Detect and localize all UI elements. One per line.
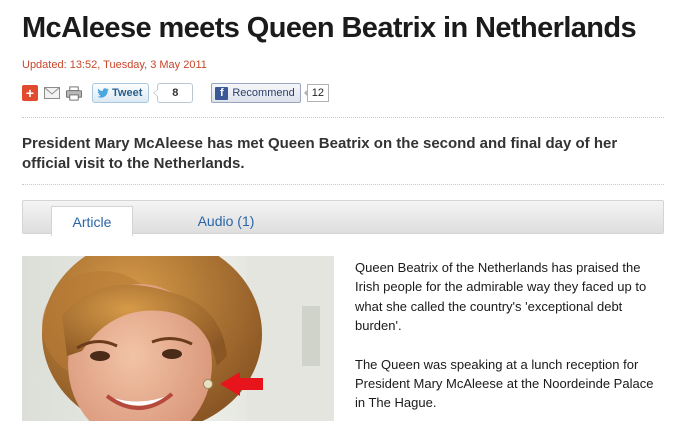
updated-timestamp: Updated: 13:52, Tuesday, 3 May 2011: [22, 59, 207, 71]
article-paragraph: Queen Beatrix of the Netherlands has pra…: [355, 260, 647, 334]
article-headline: McAleese meets Queen Beatrix in Netherla…: [22, 12, 637, 44]
tweet-label: Tweet: [112, 87, 143, 99]
article-paragraph: The Queen was speaking at a lunch recept…: [355, 356, 654, 411]
twitter-bird-icon: [97, 88, 109, 98]
print-icon[interactable]: [66, 85, 82, 101]
recommend-label: Recommend: [232, 87, 295, 99]
tweet-button[interactable]: Tweet: [92, 83, 150, 103]
recommend-button[interactable]: f Recommend: [211, 83, 301, 103]
share-toolbar: + Tweet 8 f Recommend 12: [22, 83, 329, 103]
article-tabs: Article Audio (1): [22, 200, 664, 236]
tab-audio[interactable]: Audio (1): [193, 207, 259, 235]
article-photo: [22, 256, 334, 421]
email-icon[interactable]: [44, 85, 60, 101]
tweet-count: 8: [153, 83, 194, 103]
divider: [22, 184, 664, 185]
divider: [22, 117, 664, 118]
recommend-count: 12: [303, 84, 329, 102]
article-standfirst: President Mary McAleese has met Queen Be…: [22, 135, 618, 172]
tab-article[interactable]: Article: [51, 206, 133, 236]
article-body: Queen Beatrix of the Netherlands has pra…: [355, 258, 655, 432]
add-icon[interactable]: +: [22, 85, 38, 101]
facebook-icon: f: [215, 86, 229, 100]
